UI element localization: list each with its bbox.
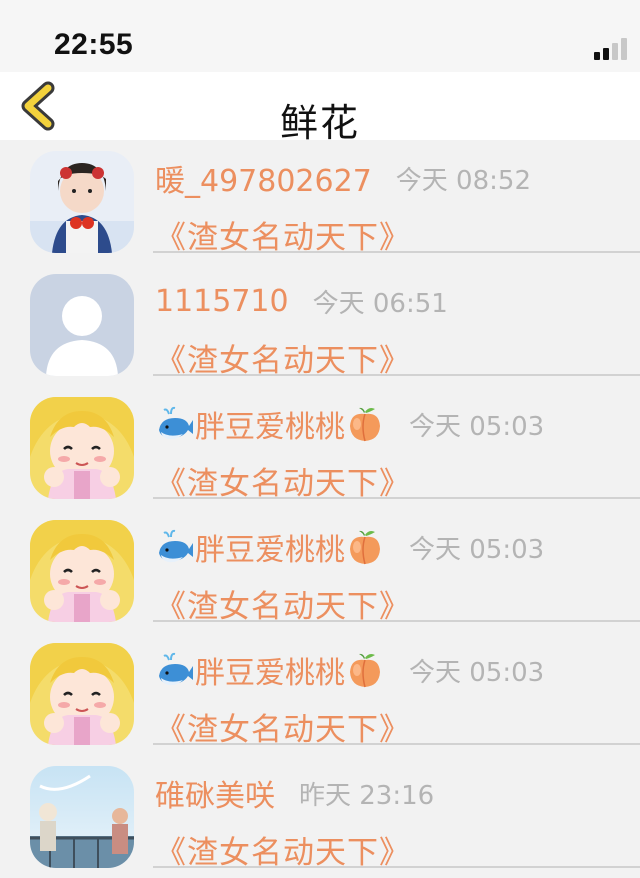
list-item[interactable]: 胖豆爱桃桃 今天 05:03 《渣女名动天下》 [0,386,640,509]
signal-icon [594,36,630,60]
list-item[interactable]: 碓砯美咲 昨天 23:16 《渣女名动天下》 [0,755,640,878]
name-line: 胖豆爱桃桃 今天 05:03 [155,525,545,569]
timestamp: 今天 05:03 [409,657,545,688]
list-item[interactable]: 胖豆爱桃桃 今天 05:03 《渣女名动天下》 [0,509,640,632]
divider [153,251,640,253]
divider [153,374,640,376]
name-line: 暖_497802627 今天 08:52 [155,156,531,200]
list-item[interactable]: 胖豆爱桃桃 今天 05:03 《渣女名动天下》 [0,632,640,755]
divider [153,620,640,622]
flower-list: 暖_497802627 今天 08:52 《渣女名动天下》 1115710 今天 06:… [0,140,640,878]
user-name[interactable]: 碓砯美咲 [155,771,275,815]
timestamp: 今天 05:03 [409,411,545,442]
peach-icon [345,527,385,567]
user-name[interactable]: 暖_497802627 [155,156,372,200]
avatar[interactable] [30,151,134,253]
user-name[interactable]: 1115710 [155,284,289,319]
timestamp: 昨天 23:16 [299,780,435,811]
status-time: 22:55 [54,28,134,61]
divider [153,497,640,499]
name-line: 胖豆爱桃桃 今天 05:03 [155,648,545,692]
timestamp: 今天 06:51 [312,288,448,319]
timestamp: 今天 08:52 [395,165,531,196]
name-line: 胖豆爱桃桃 今天 05:03 [155,402,545,446]
page-title: 鲜花 [279,101,360,145]
divider [153,866,640,868]
nav-bar: 鲜花 [0,72,640,145]
list-item[interactable]: 1115710 今天 06:51 《渣女名动天下》 [0,263,640,386]
whale-icon [155,404,195,444]
peach-icon [345,404,385,444]
name-line: 碓砯美咲 昨天 23:16 [155,771,435,815]
avatar[interactable] [30,643,134,745]
user-name[interactable]: 胖豆爱桃桃 [195,648,345,692]
avatar[interactable] [30,274,134,376]
status-bar: 22:55 [0,0,640,72]
user-name[interactable]: 胖豆爱桃桃 [195,402,345,446]
user-name[interactable]: 胖豆爱桃桃 [195,525,345,569]
avatar[interactable] [30,766,134,868]
name-line: 1115710 今天 06:51 [155,281,448,321]
peach-icon [345,650,385,690]
avatar[interactable] [30,397,134,499]
list-item[interactable]: 暖_497802627 今天 08:52 《渣女名动天下》 [0,140,640,263]
whale-icon [155,527,195,567]
whale-icon [155,650,195,690]
avatar[interactable] [30,520,134,622]
divider [153,743,640,745]
timestamp: 今天 05:03 [409,534,545,565]
